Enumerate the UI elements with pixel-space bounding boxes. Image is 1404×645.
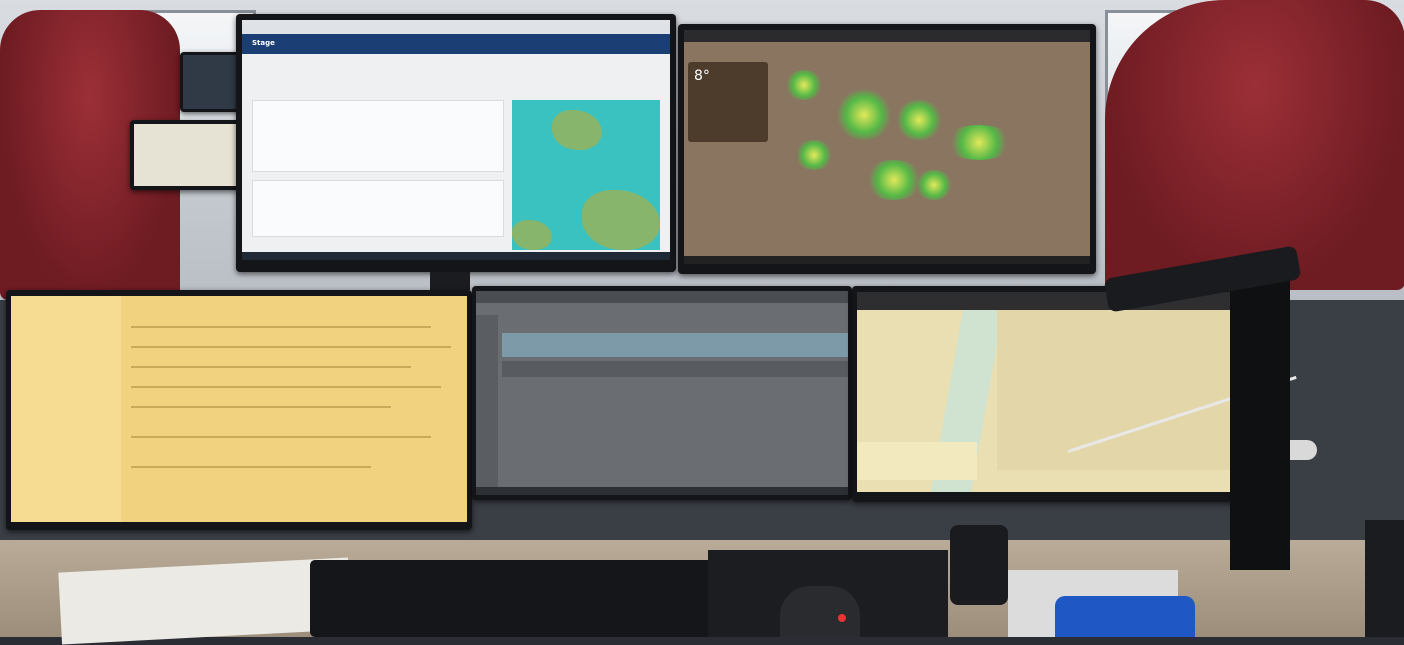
paper-documents [58, 557, 352, 645]
list-row[interactable] [131, 366, 411, 368]
land-mass [582, 190, 660, 250]
monitor-bottom-left [6, 290, 472, 530]
background-monitor-2-screen [183, 55, 243, 109]
land-mass [512, 220, 552, 250]
land-mass [552, 110, 602, 150]
radar-echo [794, 140, 834, 170]
background-monitor-screen [134, 124, 236, 186]
actions-panel[interactable] [252, 180, 504, 237]
monitor-bottom-center [472, 286, 852, 500]
radar-echo [914, 170, 954, 200]
chart-window[interactable] [857, 292, 1239, 492]
keyboard[interactable] [310, 560, 720, 637]
document-window[interactable] [11, 296, 467, 522]
list-row[interactable] [131, 406, 391, 408]
weather-card: 8° [688, 62, 768, 142]
details-panel [252, 100, 504, 172]
table-header[interactable] [502, 361, 848, 377]
temperature-label: 8° [694, 68, 710, 84]
mouse[interactable] [780, 586, 860, 637]
chart-legend [857, 442, 977, 480]
radar-echo [944, 125, 1014, 160]
taskbar[interactable] [684, 256, 1090, 264]
taskbar[interactable] [476, 487, 848, 495]
list-row[interactable] [131, 346, 451, 348]
radar-echo [834, 90, 894, 140]
person-right [1105, 0, 1404, 290]
side-nav[interactable] [476, 315, 498, 495]
mouse-led [838, 614, 846, 622]
filter-bar[interactable] [502, 333, 848, 357]
sea-area [997, 310, 1239, 470]
desk-lamp-pole [1230, 280, 1290, 570]
list-row[interactable] [131, 466, 371, 468]
weather-window[interactable]: 8° [684, 30, 1090, 264]
list-row[interactable] [131, 326, 431, 328]
browser-tabs[interactable] [242, 20, 670, 34]
folder-tree[interactable] [11, 296, 121, 522]
monitor-top-right: 8° [678, 24, 1096, 274]
radar-echo [894, 100, 944, 140]
portal-title: Stage [252, 39, 275, 47]
monitor-stand [430, 272, 470, 290]
portal-header-bar: Stage [242, 34, 670, 54]
table-window[interactable] [476, 291, 848, 495]
list-row[interactable] [131, 386, 441, 388]
taskbar[interactable] [242, 252, 670, 260]
monitor-bottom-right [852, 286, 1244, 502]
monitor-top-left: Stage [236, 14, 676, 272]
browser-tabs[interactable] [476, 291, 848, 303]
blue-device [1055, 596, 1195, 637]
browser-tabs[interactable] [684, 30, 1090, 42]
background-monitor [130, 120, 240, 190]
phone-charger [950, 525, 1008, 605]
list-row[interactable] [131, 436, 431, 438]
portal-window[interactable]: Stage [242, 20, 670, 260]
radar-echo [784, 70, 824, 100]
chair-edge [1365, 520, 1404, 637]
sea-map[interactable] [512, 100, 660, 250]
